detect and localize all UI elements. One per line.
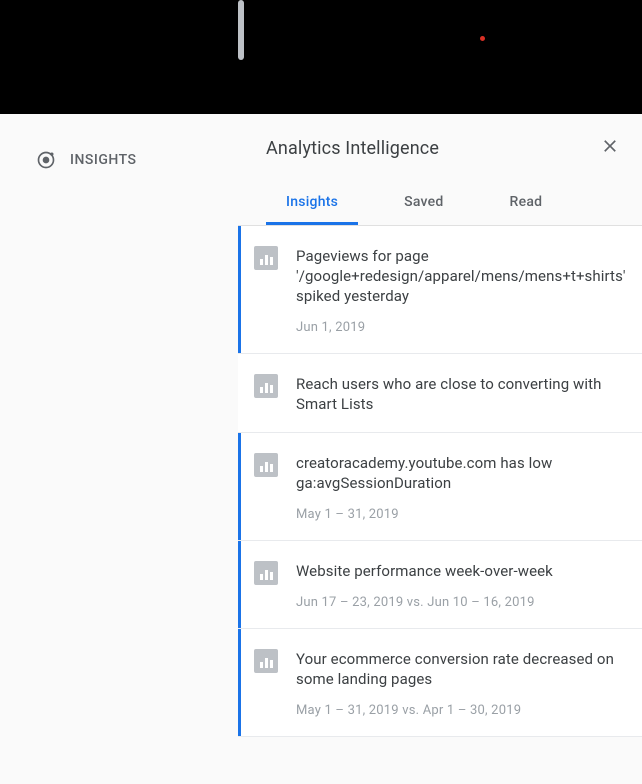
close-icon [600, 136, 620, 160]
card-title: creatoracademy.youtube.com has low ga:av… [296, 453, 626, 493]
app-root: INSIGHTS Analytics Intelligence Insights… [0, 0, 642, 784]
chart-icon [254, 561, 278, 585]
insight-card[interactable]: creatoracademy.youtube.com has low ga:av… [238, 433, 642, 541]
chart-icon [254, 649, 278, 673]
panel-title: Analytics Intelligence [266, 138, 439, 159]
content-area: INSIGHTS Analytics Intelligence Insights… [0, 114, 642, 784]
card-title: Your ecommerce conversion rate decreased… [296, 649, 626, 689]
insights-icon [36, 150, 56, 170]
card-date: Jun 1, 2019 [296, 320, 626, 335]
card-title: Pageviews for page '/google+redesign/app… [296, 246, 626, 306]
tabs: Insights Saved Read [238, 166, 642, 226]
close-button[interactable] [600, 136, 620, 160]
scrollbar-left[interactable] [238, 0, 244, 60]
chart-icon [254, 453, 278, 477]
card-date: May 1 – 31, 2019 [296, 507, 626, 522]
card-body: Website performance week-over-week Jun 1… [296, 561, 626, 610]
card-body: Your ecommerce conversion rate decreased… [296, 649, 626, 718]
tab-insights[interactable]: Insights [266, 184, 358, 225]
tab-saved[interactable]: Saved [384, 184, 463, 225]
insight-card[interactable]: Pageviews for page '/google+redesign/app… [238, 226, 642, 354]
left-column: INSIGHTS [0, 114, 238, 784]
cards-list: Pageviews for page '/google+redesign/app… [238, 226, 642, 737]
top-bar [0, 0, 642, 114]
tab-read[interactable]: Read [490, 184, 563, 225]
scrollbar-right[interactable] [633, 114, 639, 784]
card-date: Jun 17 – 23, 2019 vs. Jun 10 – 16, 2019 [296, 595, 626, 610]
card-title: Website performance week-over-week [296, 561, 626, 581]
insight-card[interactable]: Website performance week-over-week Jun 1… [238, 541, 642, 629]
notification-dot [480, 36, 485, 41]
card-body: Pageviews for page '/google+redesign/app… [296, 246, 626, 335]
chart-icon [254, 246, 278, 270]
insights-nav-item[interactable]: INSIGHTS [36, 150, 238, 170]
card-date: May 1 – 31, 2019 vs. Apr 1 – 30, 2019 [296, 703, 626, 718]
insights-nav-label: INSIGHTS [70, 152, 137, 168]
card-body: creatoracademy.youtube.com has low ga:av… [296, 453, 626, 522]
analytics-panel: Analytics Intelligence Insights Saved Re… [238, 114, 642, 784]
card-body: Reach users who are close to converting … [296, 374, 626, 414]
chart-icon [254, 374, 278, 398]
insight-card[interactable]: Reach users who are close to converting … [238, 354, 642, 433]
card-title: Reach users who are close to converting … [296, 374, 626, 414]
insight-card[interactable]: Your ecommerce conversion rate decreased… [238, 629, 642, 737]
panel-header: Analytics Intelligence [238, 114, 642, 166]
